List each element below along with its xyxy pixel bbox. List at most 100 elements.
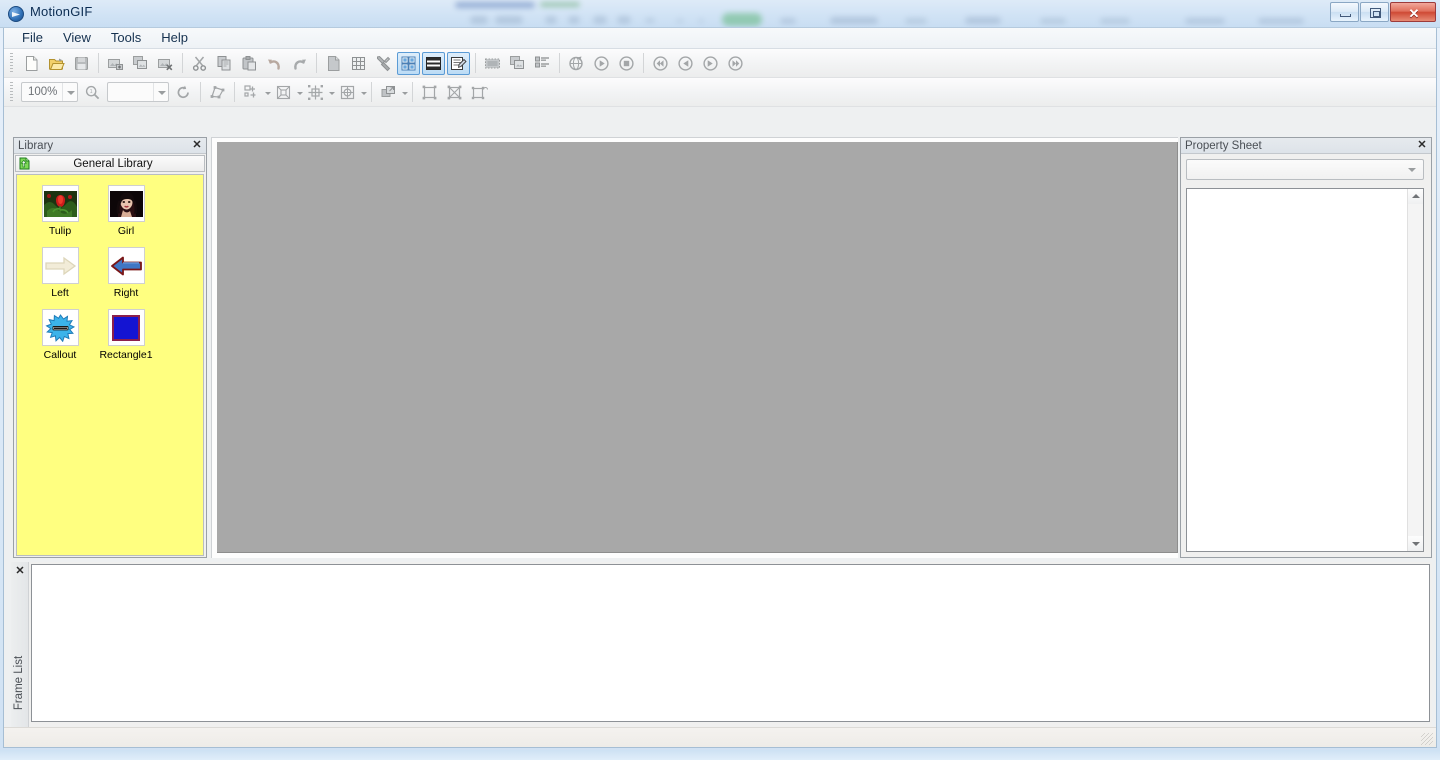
library-item-rectangle1[interactable]: Rectangle1 — [99, 309, 153, 361]
resize-objects-icon[interactable] — [304, 81, 327, 104]
menu-item-help[interactable]: Help — [151, 28, 198, 48]
library-item-girl[interactable]: Girl — [101, 185, 151, 237]
delete-image-icon[interactable] — [154, 52, 177, 75]
rotate-icon[interactable] — [172, 81, 195, 104]
save-icon[interactable] — [70, 52, 93, 75]
step-forward-icon[interactable] — [699, 52, 722, 75]
maximize-icon — [1370, 8, 1381, 18]
transform-shape-icon[interactable] — [206, 81, 229, 104]
toolbar-grip[interactable] — [8, 52, 16, 74]
library-view-icon[interactable] — [397, 51, 420, 75]
glass-reflection — [645, 18, 655, 23]
chevron-down-icon[interactable] — [1404, 161, 1421, 178]
property-list-scrollbar[interactable] — [1407, 189, 1423, 551]
glass-reflection — [568, 16, 580, 24]
glass-reflection — [1100, 18, 1130, 24]
library-item-callout[interactable]: Callout — [35, 309, 85, 361]
new-file-icon[interactable] — [20, 52, 43, 75]
layers-icon[interactable] — [506, 52, 529, 75]
close-button[interactable]: ✕ — [1390, 2, 1436, 22]
order-objects-icon[interactable] — [377, 81, 400, 104]
preview-globe-icon[interactable] — [565, 52, 588, 75]
window-controls: ✕ — [1330, 2, 1436, 24]
play-icon[interactable] — [590, 52, 613, 75]
distribute-dropdown-icon[interactable] — [296, 81, 303, 104]
order-dropdown-icon[interactable] — [401, 81, 408, 104]
toolbar-grip[interactable] — [8, 81, 16, 103]
undo-icon[interactable] — [263, 52, 286, 75]
duplicate-image-icon[interactable] — [129, 52, 152, 75]
zoom-tool-icon[interactable]: 1 — [81, 81, 104, 104]
menu-item-view[interactable]: View — [53, 28, 101, 48]
library-close-icon[interactable]: ✕ — [191, 139, 203, 151]
glass-reflection — [1040, 18, 1066, 24]
redo-icon[interactable] — [288, 52, 311, 75]
frame-list-close-icon[interactable]: ✕ — [14, 565, 26, 577]
scroll-down-icon[interactable] — [1408, 536, 1423, 551]
glass-reflection — [593, 16, 607, 24]
align-objects-icon[interactable] — [240, 81, 263, 104]
library-item-label: Rectangle1 — [99, 349, 153, 361]
library-item-label: Right — [113, 287, 139, 299]
skip-last-icon[interactable] — [724, 52, 747, 75]
toolbar-separator — [98, 53, 99, 73]
stop-icon[interactable] — [615, 52, 638, 75]
skip-first-icon[interactable] — [649, 52, 672, 75]
glass-reflection — [965, 17, 1001, 24]
step-back-icon[interactable] — [674, 52, 697, 75]
canvas-area[interactable] — [211, 137, 1178, 558]
frame-list-content[interactable] — [31, 564, 1430, 722]
tools-icon[interactable] — [372, 52, 395, 75]
library-header[interactable]: General Library — [15, 155, 205, 172]
color-combobox[interactable] — [107, 82, 169, 102]
insert-image-icon[interactable] — [104, 52, 127, 75]
frame-list-panel: ✕ Frame List — [11, 562, 1432, 742]
scroll-up-icon[interactable] — [1408, 189, 1423, 204]
property-list[interactable] — [1186, 188, 1424, 552]
paste-icon[interactable] — [238, 52, 261, 75]
lock-objects-icon[interactable] — [468, 81, 491, 104]
glass-reflection — [1185, 18, 1225, 24]
menu-item-file[interactable]: File — [12, 28, 53, 48]
property-target-combobox[interactable] — [1186, 159, 1424, 180]
menu-item-tools[interactable]: Tools — [101, 28, 151, 48]
glass-reflection — [455, 2, 535, 8]
distribute-objects-icon[interactable] — [272, 81, 295, 104]
library-item-left[interactable]: Left — [35, 247, 85, 299]
copy-icon[interactable] — [213, 52, 236, 75]
library-item-label: Girl — [117, 225, 135, 237]
open-folder-icon[interactable] — [45, 52, 68, 75]
resize-dropdown-icon[interactable] — [328, 81, 335, 104]
align-dropdown-icon[interactable] — [264, 81, 271, 104]
center-dropdown-icon[interactable] — [360, 81, 367, 104]
frame-list-view-icon[interactable] — [422, 51, 445, 75]
zoom-level-combobox[interactable]: 100% — [21, 82, 78, 102]
right-arrow-blue-thumbnail — [107, 247, 145, 284]
property-sheet-close-icon[interactable]: ✕ — [1416, 139, 1428, 151]
list-properties-icon[interactable] — [531, 52, 554, 75]
glass-reflection — [540, 2, 580, 7]
library-items-container[interactable]: Tulip Girl Left Right Callout Rectangle1 — [16, 174, 204, 556]
library-item-tulip[interactable]: Tulip — [35, 185, 85, 237]
document-canvas[interactable] — [217, 142, 1178, 553]
resize-grip-icon[interactable] — [1421, 733, 1433, 745]
center-objects-icon[interactable] — [336, 81, 359, 104]
filmstrip-icon[interactable] — [481, 52, 504, 75]
maximize-button[interactable] — [1360, 2, 1389, 22]
library-caption-label: Library — [18, 139, 54, 152]
page-icon[interactable] — [322, 52, 345, 75]
library-item-right[interactable]: Right — [101, 247, 151, 299]
chevron-down-icon[interactable] — [62, 83, 77, 101]
dock-area: Library ✕ General Library Tulip Girl Lef… — [4, 107, 1436, 746]
minimize-button[interactable] — [1330, 2, 1359, 22]
group-objects-icon[interactable] — [418, 81, 441, 104]
chevron-down-icon[interactable] — [153, 83, 168, 101]
library-item-label: Callout — [43, 349, 77, 361]
ungroup-objects-icon[interactable] — [443, 81, 466, 104]
grid-icon[interactable] — [347, 52, 370, 75]
property-sheet-caption-bar: Property Sheet ✕ — [1181, 138, 1431, 154]
zoom-level-value: 100% — [28, 86, 58, 98]
toolbar-separator — [182, 53, 183, 73]
cut-icon[interactable] — [188, 52, 211, 75]
property-sheet-icon[interactable] — [447, 51, 470, 75]
